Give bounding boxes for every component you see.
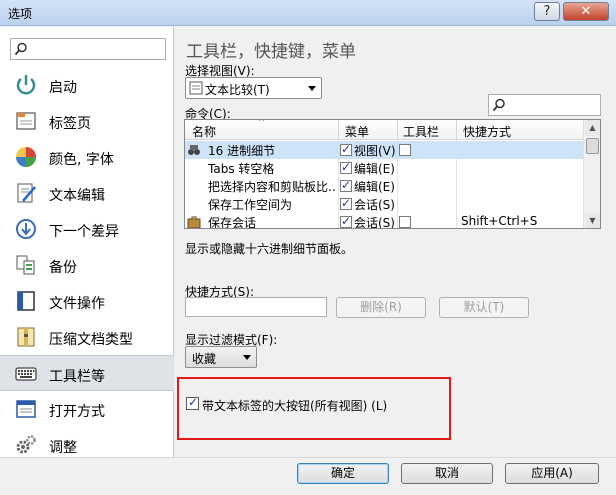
view-select-value: 文本比较(T) bbox=[205, 83, 270, 97]
scroll-thumb[interactable] bbox=[586, 138, 599, 154]
table-scrollbar[interactable]: ▲ ▼ bbox=[583, 120, 600, 228]
gears-icon bbox=[16, 435, 36, 454]
scroll-up-icon[interactable]: ▲ bbox=[585, 120, 600, 136]
menu-checkbox[interactable] bbox=[340, 178, 352, 192]
column-header-menu[interactable]: 菜单 bbox=[345, 123, 369, 140]
sidebar-item-label: 文本编辑 bbox=[49, 188, 105, 204]
table-row[interactable]: 保存工作空间为 会话(S) bbox=[185, 195, 585, 213]
cancel-button[interactable]: 取消 bbox=[401, 463, 493, 484]
sidebar-item-backup[interactable]: 备份 bbox=[0, 247, 174, 283]
footer-divider bbox=[0, 457, 616, 458]
column-header-toolbar[interactable]: 工具栏 bbox=[403, 123, 439, 140]
backup-icon bbox=[16, 255, 35, 275]
sidebar-item-label: 压缩文档类型 bbox=[49, 332, 133, 348]
row-menu: 会话(S) bbox=[354, 198, 395, 212]
sort-asc-icon: ^ bbox=[258, 119, 266, 128]
file-ops-icon bbox=[17, 291, 35, 311]
ok-button[interactable]: 确定 bbox=[297, 463, 389, 484]
close-button[interactable]: ✕ bbox=[563, 2, 609, 21]
toolbar-checkbox[interactable] bbox=[399, 144, 411, 156]
sidebar-item-label: 文件操作 bbox=[49, 296, 105, 312]
sidebar-item-colors-fonts[interactable]: 颜色, 字体 bbox=[0, 139, 174, 175]
table-row[interactable]: 保存会话 会话(S) Shift+Ctrl+S bbox=[185, 213, 585, 229]
sidebar-item-archive-types[interactable]: 压缩文档类型 bbox=[0, 319, 174, 355]
big-buttons-label[interactable]: 带文本标签的大按钮(所有视图) (L) bbox=[202, 397, 387, 414]
table-row[interactable]: Tabs 转空格 编辑(E) bbox=[185, 159, 585, 177]
compare-view-icon bbox=[189, 81, 203, 95]
table-row[interactable]: 把选择内容和剪贴板比... 编辑(E) bbox=[185, 177, 585, 195]
help-button[interactable]: ? bbox=[534, 2, 560, 21]
sidebar: 启动 标签页 颜色, 字体 文本编辑 下一个差异 备份 文件操作 压缩文档类型 … bbox=[0, 27, 174, 457]
keyboard-icon bbox=[15, 367, 37, 381]
page-title: 工具栏，快捷键，菜单 bbox=[186, 42, 356, 62]
delete-shortcut-button[interactable]: 删除(R) bbox=[336, 297, 426, 318]
binoculars-icon bbox=[188, 145, 200, 155]
row-name: 16 进制细节 bbox=[208, 144, 276, 158]
apply-button[interactable]: 应用(A) bbox=[505, 463, 599, 484]
sidebar-item-open-with[interactable]: 打开方式 bbox=[0, 391, 174, 427]
row-name: Tabs 转空格 bbox=[208, 162, 275, 176]
menu-checkbox[interactable] bbox=[340, 160, 352, 174]
default-shortcut-button[interactable]: 默认(T) bbox=[439, 297, 529, 318]
sidebar-item-text-edit[interactable]: 文本编辑 bbox=[0, 175, 174, 211]
row-menu: 编辑(E) bbox=[354, 162, 395, 176]
row-menu: 编辑(E) bbox=[354, 180, 395, 194]
table-row[interactable]: 16 进制细节 视图(V) bbox=[185, 141, 585, 159]
title-bar: 选项 ? ✕ bbox=[0, 0, 616, 26]
row-menu: 视图(V) bbox=[354, 144, 396, 158]
sidebar-item-file-ops[interactable]: 文件操作 bbox=[0, 283, 174, 319]
sidebar-item-label: 工具栏等 bbox=[49, 369, 105, 385]
sidebar-item-startup[interactable]: 启动 bbox=[0, 67, 174, 103]
shortcut-input[interactable] bbox=[185, 297, 327, 317]
power-icon bbox=[16, 75, 36, 95]
search-icon bbox=[492, 98, 505, 112]
sidebar-item-label: 颜色, 字体 bbox=[49, 152, 114, 168]
toolbar-checkbox[interactable] bbox=[399, 216, 411, 228]
text-edit-icon bbox=[17, 183, 36, 203]
menu-checkbox[interactable] bbox=[340, 196, 352, 210]
sidebar-item-label: 标签页 bbox=[49, 116, 91, 132]
command-description: 显示或隐藏十六进制细节面板。 bbox=[185, 242, 354, 256]
menu-checkbox[interactable] bbox=[340, 142, 352, 156]
open-with-icon bbox=[16, 400, 36, 418]
sidebar-item-label: 下一个差异 bbox=[49, 224, 119, 240]
row-name: 保存工作空间为 bbox=[208, 198, 293, 212]
commands-search-input[interactable] bbox=[488, 94, 601, 116]
scroll-down-icon[interactable]: ▼ bbox=[585, 213, 600, 228]
menu-checkbox[interactable] bbox=[340, 214, 352, 228]
archive-icon bbox=[17, 327, 35, 347]
chevron-down-icon bbox=[308, 86, 316, 91]
chevron-down-icon bbox=[243, 355, 251, 360]
column-header-name[interactable]: 名称 bbox=[192, 123, 216, 140]
row-name: 保存会话 bbox=[208, 216, 257, 229]
sidebar-item-label: 调整 bbox=[49, 440, 77, 456]
briefcase-icon bbox=[187, 216, 201, 228]
sidebar-item-toolbars[interactable]: 工具栏等 bbox=[0, 355, 174, 391]
row-name: 把选择内容和剪贴板比... bbox=[208, 180, 336, 194]
table-header: 名称 ^ 菜单 工具栏 快捷方式 bbox=[185, 120, 585, 140]
row-shortcut: Shift+Ctrl+S bbox=[461, 214, 538, 228]
commands-table: 名称 ^ 菜单 工具栏 快捷方式 16 进制细节 视图(V) Tabs 转空格 … bbox=[184, 119, 601, 229]
sidebar-item-next-diff[interactable]: 下一个差异 bbox=[0, 211, 174, 247]
sidebar-item-label: 启动 bbox=[49, 80, 77, 96]
tab-page-icon bbox=[16, 112, 36, 130]
row-menu: 会话(S) bbox=[354, 216, 395, 229]
sidebar-item-label: 备份 bbox=[49, 260, 77, 276]
column-header-shortcut[interactable]: 快捷方式 bbox=[463, 123, 511, 140]
sidebar-item-tabs[interactable]: 标签页 bbox=[0, 103, 174, 139]
palette-icon bbox=[16, 147, 36, 167]
sidebar-item-label: 打开方式 bbox=[49, 404, 105, 420]
filter-mode-value: 收藏 bbox=[192, 352, 217, 366]
filter-mode-select[interactable]: 收藏 bbox=[185, 346, 257, 368]
window-title: 选项 bbox=[8, 7, 33, 21]
big-buttons-checkbox[interactable] bbox=[186, 395, 199, 410]
search-icon bbox=[14, 42, 27, 56]
next-diff-icon bbox=[16, 219, 36, 239]
sidebar-search-input[interactable] bbox=[10, 38, 166, 60]
view-select[interactable]: 文本比较(T) bbox=[185, 77, 322, 99]
